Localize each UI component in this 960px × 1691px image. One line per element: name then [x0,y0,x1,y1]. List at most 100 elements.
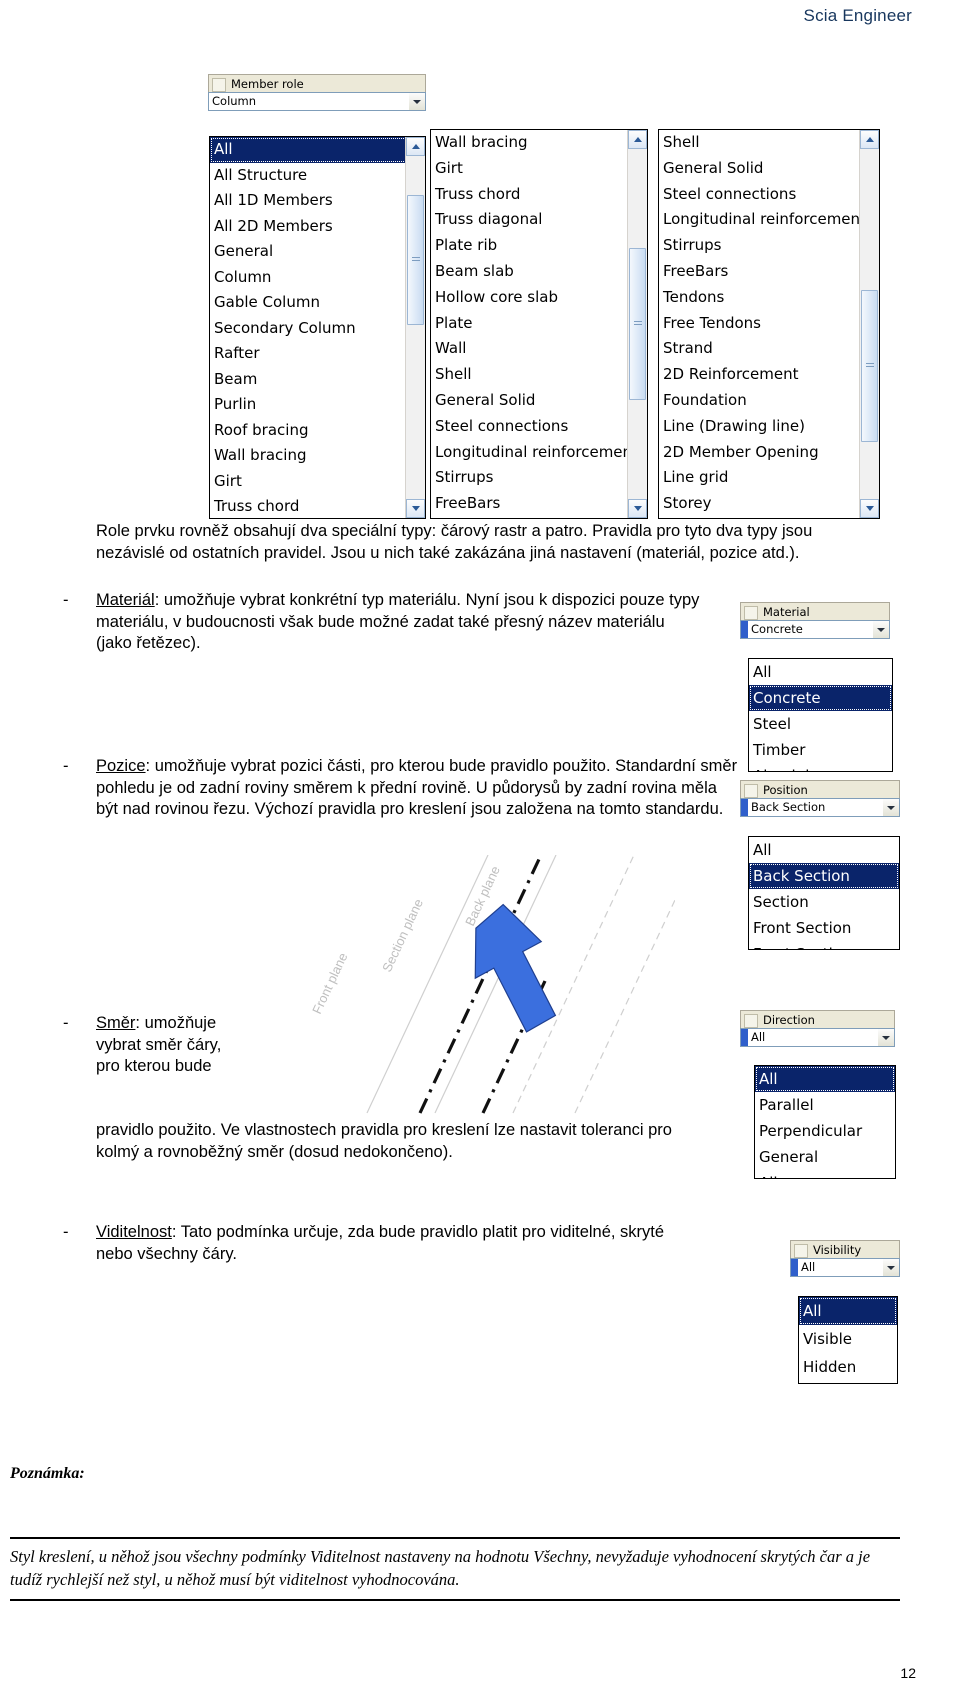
scroll-down-icon[interactable] [406,499,425,518]
member-role-option-item[interactable]: Steel connections [431,414,647,440]
member-role-option-item[interactable]: General [210,239,425,265]
member-role-option-item[interactable]: Stirrups [659,233,879,259]
member-role-option-item[interactable]: Line (Drawing line) [659,414,879,440]
member-role-option-item[interactable]: Plate [431,311,647,337]
member-role-option-item[interactable]: General Solid [659,156,879,182]
member-role-option-item[interactable]: Gable Column [210,290,425,316]
member-role-option-item[interactable]: Hollow core slab [431,285,647,311]
member-role-option-item[interactable]: Column [210,265,425,291]
chevron-down-icon[interactable] [882,1259,899,1276]
member-role-option-item[interactable]: Free Tendons [659,311,879,337]
visibility-option-item[interactable]: All [799,1297,897,1325]
scroll-thumb[interactable] [629,248,646,400]
scroll-thumb[interactable] [407,195,424,325]
position-combo[interactable]: Back Section [740,798,900,817]
direction-group-title: Direction [740,1010,895,1028]
chevron-down-icon[interactable] [882,799,899,816]
position-option-item[interactable]: Back Section [749,863,899,889]
scrollbar-vertical-2[interactable] [627,130,647,518]
member-role-option-item[interactable]: All Structure [210,163,425,189]
member-role-listbox-1-items: All All Structure All 1D Members All 2D Mem… [210,137,425,518]
member-role-option-item[interactable]: Girt [431,156,647,182]
chevron-down-icon[interactable] [877,1029,894,1046]
scroll-up-icon[interactable] [860,130,879,149]
member-role-option-item[interactable]: FreeBars [431,491,647,517]
member-role-option-item[interactable]: Beam slab [431,259,647,285]
scroll-down-icon[interactable] [860,499,879,518]
position-option-item[interactable]: Section [749,889,899,915]
material-option-item[interactable]: All [749,659,892,685]
scroll-thumb[interactable] [861,290,878,442]
member-role-option-item[interactable]: Storey [659,491,879,517]
material-option-item[interactable]: Steel [749,711,892,737]
member-role-option-item[interactable]: Truss chord [210,494,425,518]
material-combo-value: Concrete [751,622,803,636]
member-role-option-item[interactable]: Longitudinal reinforcemen [659,207,879,233]
direction-option-item[interactable]: General [755,1144,895,1170]
scroll-up-icon[interactable] [406,137,425,156]
member-role-option-item[interactable]: All 2D Members [210,214,425,240]
document-header: Scia Engineer [803,6,912,25]
member-role-option-item[interactable]: 2D Member Opening [659,440,879,466]
direction-combo[interactable]: All [740,1028,895,1047]
visibility-option-item[interactable]: Hidden [799,1353,897,1381]
member-role-option-item[interactable]: All [210,137,425,163]
member-role-option-item[interactable]: Secondary Column [210,316,425,342]
member-role-option-item[interactable]: Plate rib [431,233,647,259]
direction-dropdown-list[interactable]: AllParallelPerpendicularGeneralAll [754,1065,896,1179]
member-role-option-item[interactable]: Foundation [659,388,879,414]
position-option-item[interactable]: All [749,837,899,863]
member-role-option-item[interactable]: Wall bracing [210,443,425,469]
member-role-option-item[interactable]: All 1D Members [210,188,425,214]
member-role-option-item[interactable]: Truss diagonal [431,207,647,233]
bullet-direction-body: Směr: umožňuje vybrat směr čáry, pro kte… [96,1013,228,1078]
member-role-option-item[interactable]: FreeBars [659,259,879,285]
chevron-down-icon[interactable] [408,93,425,110]
direction-option-item[interactable]: All [755,1170,895,1178]
chevron-down-icon[interactable] [872,621,889,638]
member-role-option-item[interactable]: Line grid [659,465,879,491]
member-role-option-item[interactable]: Truss chord [431,182,647,208]
member-role-option-item[interactable]: Wall [431,336,647,362]
material-dropdown-list[interactable]: AllConcreteSteelTimberAluminium [748,658,893,772]
member-role-option-item[interactable]: Tendons [659,285,879,311]
label-section-plane: Section plane [379,897,426,975]
arrow-shape [474,903,557,1033]
material-option-item[interactable]: Timber [749,737,892,763]
member-role-listbox-1[interactable]: All All Structure All 1D Members All 2D Mem… [209,136,426,519]
position-option-item[interactable]: Front Section [749,915,899,941]
back-plane-line-2 [574,899,676,1114]
scrollbar-vertical-3[interactable] [859,130,879,518]
material-option-item[interactable]: Concrete [749,685,892,711]
member-role-option-item[interactable]: Rafter [210,341,425,367]
material-option-item[interactable]: Aluminium [749,763,892,771]
member-role-option-item[interactable]: Stirrups [431,465,647,491]
direction-option-item[interactable]: Perpendicular [755,1118,895,1144]
member-role-option-item[interactable]: Girt [210,469,425,495]
member-role-option-item[interactable]: Longitudinal reinforcemen [431,440,647,466]
position-dropdown-list[interactable]: AllBack SectionSectionFront SectionFront… [748,836,900,950]
member-role-option-item[interactable]: Purlin [210,392,425,418]
member-role-option-item[interactable]: Steel connections [659,182,879,208]
member-role-option-item[interactable]: 2D Reinforcement [659,362,879,388]
direction-option-item[interactable]: Parallel [755,1092,895,1118]
member-role-option-item[interactable]: Roof bracing [210,418,425,444]
member-role-option-item[interactable]: Wall bracing [431,130,647,156]
member-role-option-item[interactable]: Beam [210,367,425,393]
scrollbar-vertical-1[interactable] [405,137,425,518]
member-role-combo[interactable]: Column [208,92,426,111]
visibility-dropdown-list[interactable]: All Visible Hidden [798,1296,898,1384]
member-role-option-item[interactable]: Shell [431,362,647,388]
member-role-option-item[interactable]: General Solid [431,388,647,414]
direction-option-item[interactable]: All [755,1066,895,1092]
visibility-option-item[interactable]: Visible [799,1325,897,1353]
visibility-combo[interactable]: All [790,1258,900,1277]
member-role-option-item[interactable]: Strand [659,336,879,362]
member-role-listbox-2[interactable]: Wall bracing Girt Truss chord Truss diagona… [430,129,648,519]
member-role-option-item[interactable]: Shell [659,130,879,156]
member-role-listbox-3[interactable]: Shell General Solid Steel connections Longi… [658,129,880,519]
scroll-up-icon[interactable] [628,130,647,149]
material-combo[interactable]: Concrete [740,620,890,639]
position-option-item[interactable]: Front Section [749,941,899,949]
scroll-down-icon[interactable] [628,499,647,518]
